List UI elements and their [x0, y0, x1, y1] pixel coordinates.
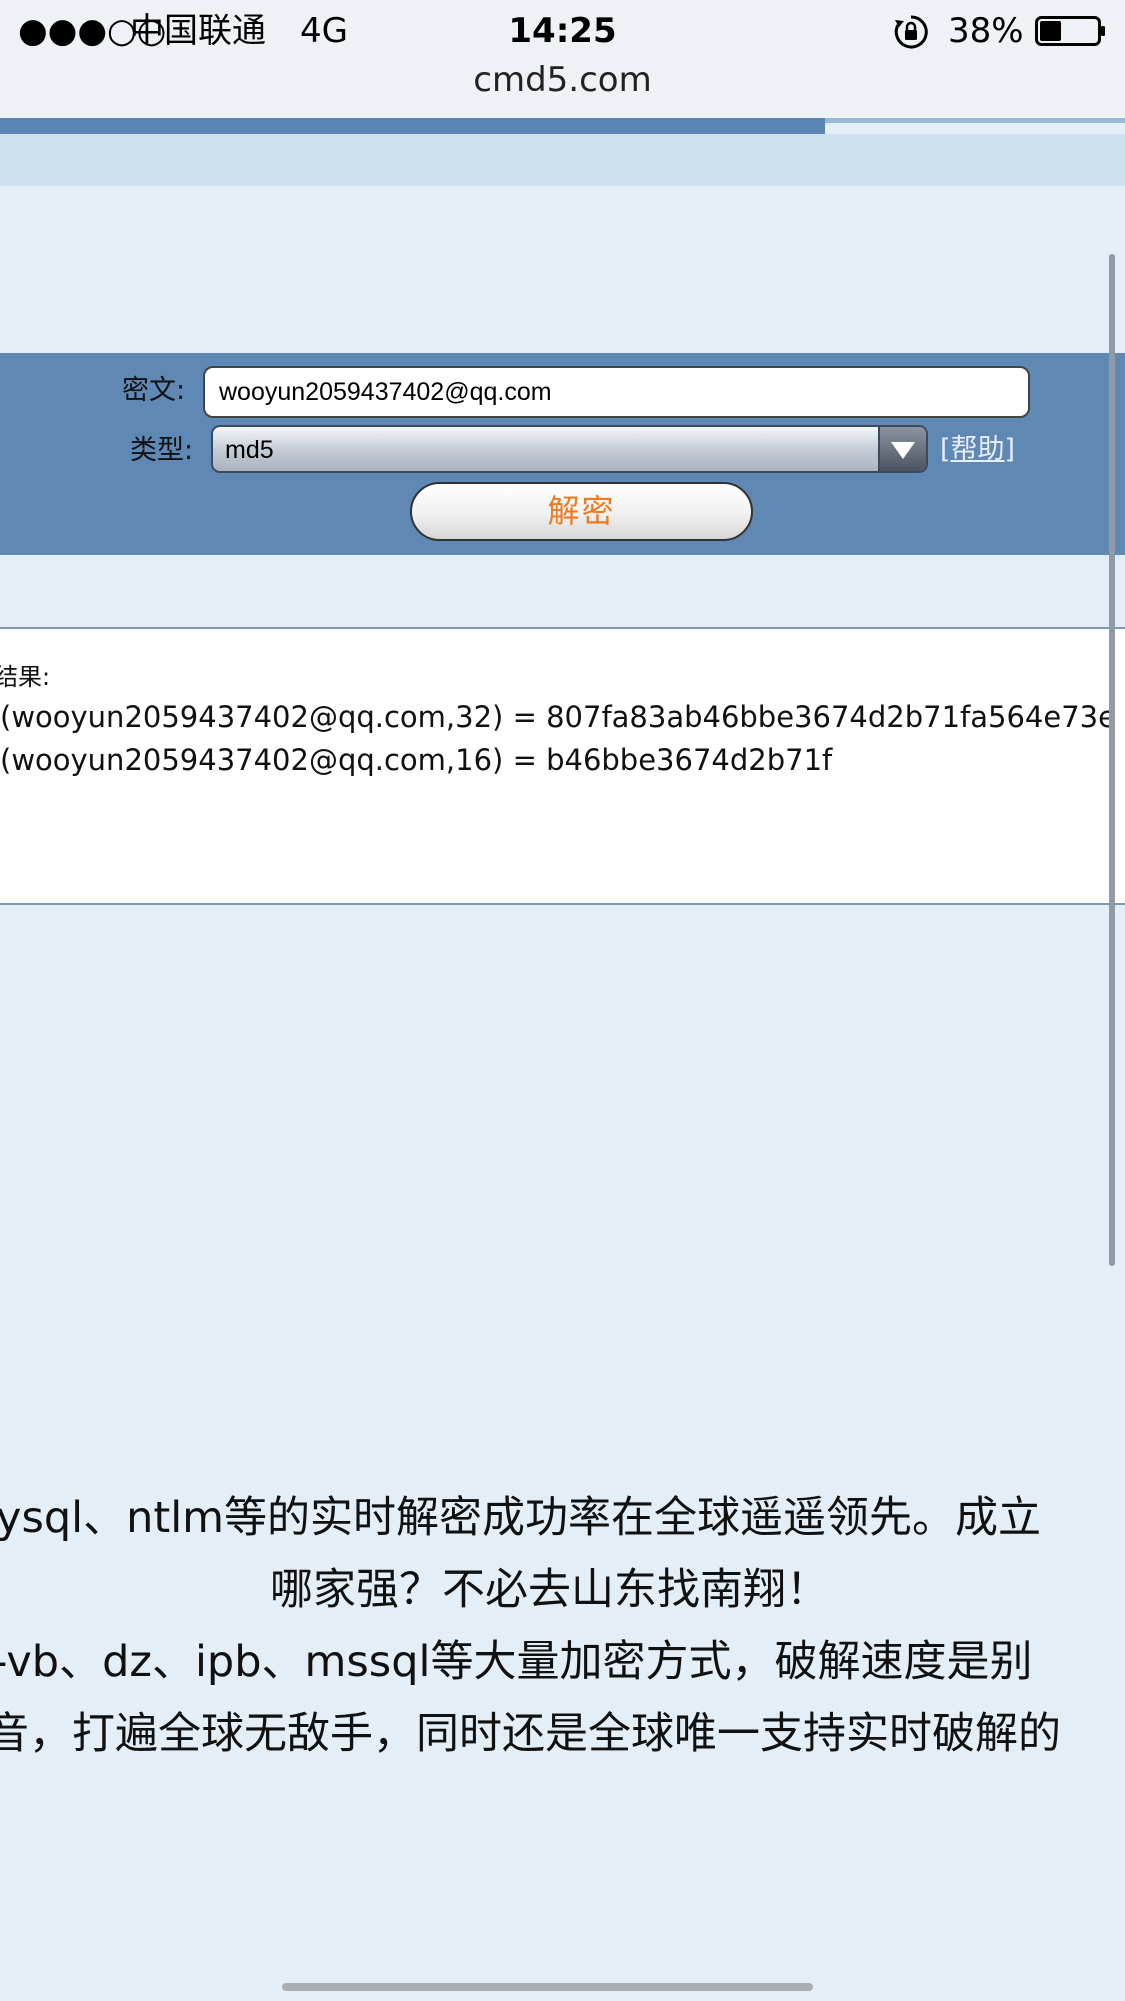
hash-type-select[interactable]: md5	[211, 425, 928, 473]
decrypt-form-panel: 密文: 类型: md5 [帮助] 解密	[0, 353, 1125, 555]
dropdown-arrow[interactable]	[878, 427, 926, 471]
decrypt-button[interactable]: 解密	[410, 482, 753, 541]
page-load-bar-track	[825, 118, 1125, 123]
type-label: 类型:	[130, 435, 194, 466]
help-link[interactable]: [帮助]	[940, 433, 1015, 467]
description-line: -vb、dz、ipb、mssql等大量加密方式，破解速度是别	[0, 1637, 1033, 1687]
page-load-bar	[0, 118, 825, 134]
orientation-lock-icon	[893, 14, 929, 50]
chevron-down-icon	[891, 442, 915, 459]
battery-icon	[1035, 16, 1107, 46]
result-line-16: (wooyun2059437402@qq.com,16) = b46bbe367…	[0, 743, 833, 777]
status-bar: ●●●○○ 中国联通 4G 14:25 38% cmd5.com	[0, 0, 1125, 120]
description-line: 哪家强？不必去山东找南翔！	[270, 1565, 829, 1615]
hash-type-value: md5	[225, 436, 274, 464]
site-nav-band	[0, 134, 1125, 186]
description-line: 音，打遍全球无敌手，同时还是全球唯一支持实时破解的	[0, 1709, 1061, 1759]
battery-percent: 38%	[948, 11, 1024, 51]
address-bar-url[interactable]: cmd5.com	[0, 58, 1125, 102]
result-line-32: (wooyun2059437402@qq.com,32) = 807fa83ab…	[0, 700, 1116, 734]
home-indicator[interactable]	[282, 1983, 813, 1991]
result-label: 结果:	[0, 663, 51, 691]
ciphertext-input[interactable]	[203, 366, 1030, 418]
ciphertext-label: 密文:	[122, 375, 186, 406]
page-scrollbar[interactable]	[1109, 254, 1115, 1266]
result-panel: 结果: (wooyun2059437402@qq.com,32) = 807fa…	[0, 627, 1125, 905]
description-line: ysql、ntlm等的实时解密成功率在全球遥遥领先。成立	[0, 1493, 1042, 1543]
